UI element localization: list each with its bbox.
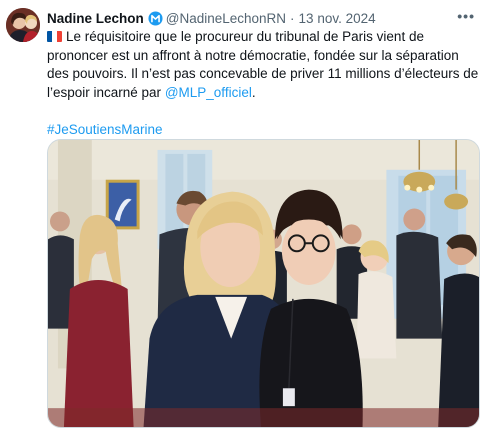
hashtag-link[interactable]: #JeSoutiensMarine: [47, 122, 163, 137]
author-name[interactable]: Nadine Lechon: [47, 11, 144, 26]
tweet-paragraph: Le réquisitoire que le procureur du trib…: [47, 28, 479, 102]
verified-badge-icon: [148, 10, 163, 26]
tweet-photo[interactable]: [47, 139, 480, 428]
hashtag-paragraph: #JeSoutiensMarine: [47, 121, 479, 140]
mention-link[interactable]: @MLP_officiel: [165, 85, 252, 100]
tweet-text-main: Le réquisitoire que le procureur du trib…: [47, 29, 479, 100]
tweet-header: Nadine Lechon @NadineLechonRN · 13 nov. …: [47, 8, 475, 28]
tweet-card[interactable]: Nadine Lechon @NadineLechonRN · 13 nov. …: [0, 0, 485, 435]
france-flag-icon: [47, 31, 62, 42]
more-options-icon[interactable]: •••: [457, 8, 475, 24]
tweet-text-period: .: [251, 84, 256, 100]
tweet-text: Le réquisitoire que le procureur du trib…: [47, 28, 479, 139]
photo-illustration: [48, 140, 479, 427]
header-separator: ·: [290, 10, 295, 26]
avatar[interactable]: [6, 8, 40, 42]
author-handle[interactable]: @NadineLechonRN: [166, 11, 286, 26]
tweet-date[interactable]: 13 nov. 2024: [299, 11, 376, 26]
